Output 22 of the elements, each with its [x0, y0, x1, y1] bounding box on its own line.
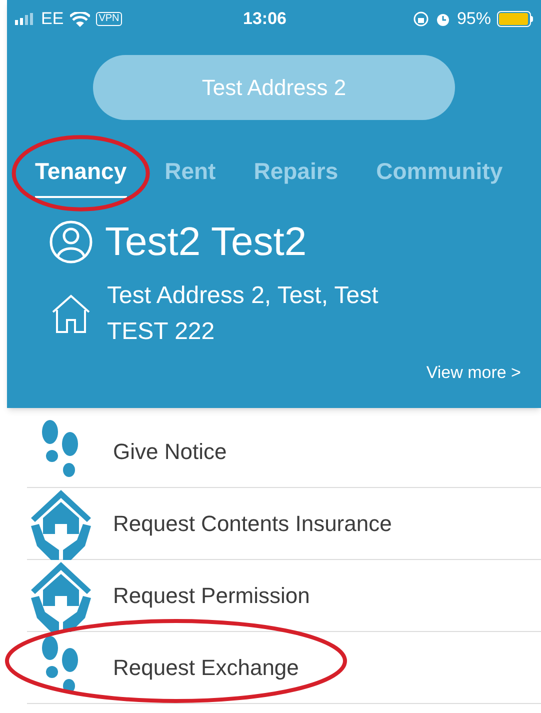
house-in-hands-icon	[29, 488, 93, 560]
user-icon	[49, 220, 93, 264]
tab[interactable]: Repairs	[254, 154, 338, 198]
battery-percent: 95%	[456, 8, 491, 30]
menu-item[interactable]: Request Permission	[27, 560, 541, 632]
wifi-icon	[70, 12, 90, 26]
menu-item[interactable]: Give Notice	[27, 416, 541, 488]
vpn-badge: VPN	[96, 12, 122, 26]
tenant-name: Test2 Test2	[105, 219, 307, 266]
signal-icon	[15, 13, 35, 25]
house-in-hands-icon	[29, 560, 93, 632]
address-line: Test Address 2, Test, Test	[107, 281, 378, 311]
carrier-name: EE	[41, 8, 64, 30]
clock-time: 13:06	[243, 8, 286, 30]
view-more-link[interactable]: View more >	[426, 360, 521, 386]
address-line: TEST 222	[107, 317, 216, 347]
address-selector[interactable]: Test Address 2	[93, 55, 455, 120]
tab[interactable]: Rent	[164, 154, 216, 198]
tab[interactable]: Community	[376, 154, 503, 198]
house-icon	[51, 294, 91, 334]
menu-item[interactable]: Request Exchange	[27, 632, 541, 704]
menu-item[interactable]: Request Contents Insurance	[27, 488, 541, 560]
